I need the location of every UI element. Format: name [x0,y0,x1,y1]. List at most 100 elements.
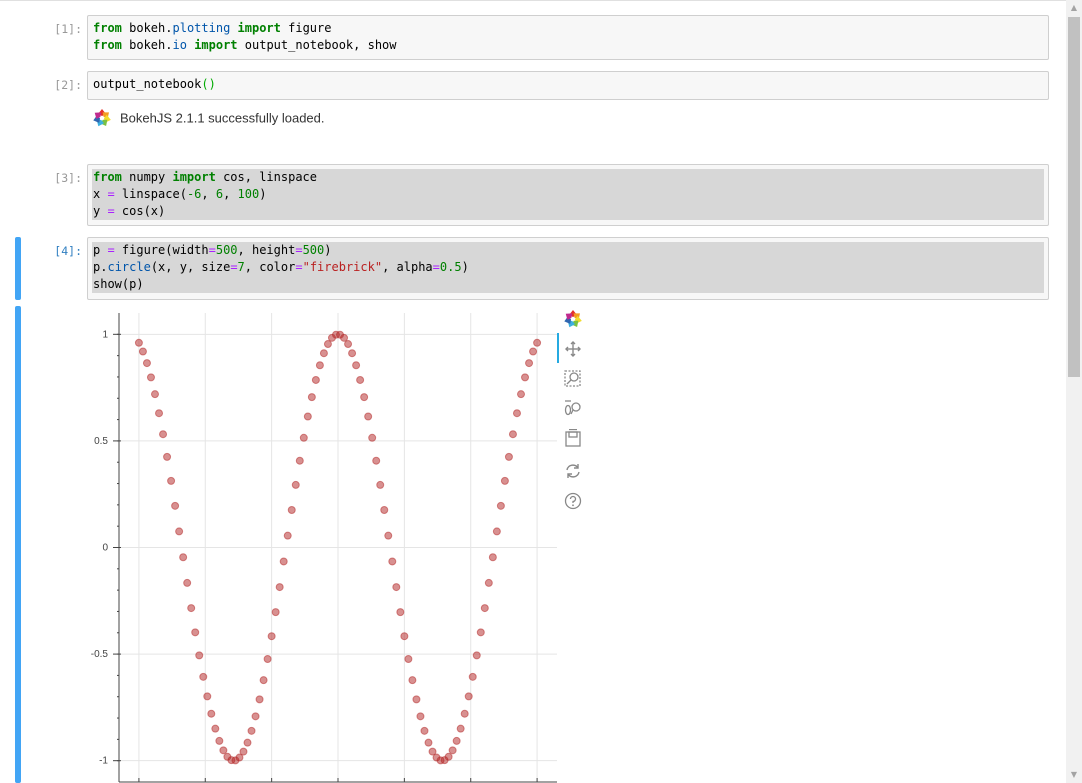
scroll-up-icon[interactable]: ▲ [1066,0,1082,16]
reset-icon[interactable] [563,461,583,481]
data-point [356,375,365,384]
data-point [159,430,168,439]
pan-icon[interactable] [563,339,583,359]
data-point [384,531,393,540]
code-token: import [237,21,281,35]
y-tick-label: 1 [102,329,108,340]
data-point [424,738,433,747]
code-token: cos(x) [114,204,166,218]
data-point [219,746,228,755]
data-point [171,501,180,510]
code-token: = [295,260,303,274]
data-point [348,349,357,358]
data-point [460,709,469,718]
data-point [155,409,164,418]
code-token: , height [237,243,296,257]
data-point [529,347,538,356]
code-line: y = cos(x) [92,203,1044,220]
data-point [167,476,176,485]
scrollbar-thumb[interactable] [1068,17,1080,377]
code-token: = [107,243,115,257]
data-point [291,480,300,489]
bokeh-logo-icon [92,108,112,128]
code-token: "firebrick" [302,260,383,274]
code-token: cos, linspace [215,170,317,184]
data-point [388,557,397,566]
active-tool-marker [557,333,559,363]
scroll-down-icon[interactable]: ▼ [1066,767,1082,783]
code-token: = [432,260,440,274]
code-token: import [172,170,216,184]
code-token: = [295,243,303,257]
code-token: ) [324,243,332,257]
code-token: numpy [121,170,173,184]
code-cell-4[interactable]: p = figure(width=500, height=500) p.circl… [87,237,1049,300]
data-point [271,608,280,617]
data-point [396,608,405,617]
code-token: output_notebook, show [237,38,397,52]
data-point [138,347,147,356]
box-zoom-icon[interactable] [563,369,583,389]
code-token: 100 [237,187,260,201]
data-point [364,412,373,421]
data-point [400,632,409,641]
code-line: from numpy import cos, linspace [92,169,1044,186]
code-token: plotting [172,21,231,35]
data-point [452,736,461,745]
data-point [307,393,316,402]
code-token: 500 [302,243,325,257]
data-point [340,333,349,342]
code-line: show(p) [92,276,1044,293]
data-point [183,578,192,587]
data-point [512,409,521,418]
code-token: 6 [215,187,224,201]
data-point [179,553,188,562]
code-token: = [107,187,115,201]
bokeh-loaded-output: BokehJS 2.1.1 successfully loaded. [92,108,325,128]
y-tick-label: 0 [102,543,108,554]
code-cell-3[interactable]: from numpy import cos, linspace x = linsp… [87,164,1049,226]
data-point [163,452,172,461]
data-point [360,393,369,402]
save-icon[interactable] [563,428,583,449]
bokeh-logo-icon[interactable] [563,309,583,329]
data-point [239,747,248,756]
data-point [311,375,320,384]
input-prompt-3: [3]: [54,171,82,185]
code-cell-1[interactable]: from bokeh.plotting import figure from bo… [87,15,1049,60]
vertical-scrollbar[interactable]: ▲ ▼ [1066,0,1082,783]
data-point [187,604,196,613]
data-point [484,578,493,587]
data-point [211,724,220,733]
code-line: x = linspace(-6, 6, 100) [92,186,1044,203]
data-point [508,430,517,439]
code-token: = [208,243,216,257]
data-point [464,692,473,701]
data-point [456,724,465,733]
data-point [444,752,453,761]
data-point [146,373,155,382]
data-point [199,672,208,681]
code-token: , alpha [382,260,433,274]
data-point [496,501,505,510]
data-point [267,632,276,641]
data-point [134,338,143,347]
data-point [504,452,513,461]
data-point [368,433,377,442]
data-point [263,655,272,664]
code-cell-2[interactable]: output_notebook() [87,71,1049,100]
code-token: . [165,21,173,35]
bokeh-plot[interactable]: 1 0.5 0 -0.5 -1 [90,311,560,783]
wheel-zoom-icon[interactable] [563,399,583,419]
code-line: output_notebook() [92,76,1044,93]
code-token: linspace( [114,187,187,201]
help-icon[interactable] [563,491,583,511]
code-token: figure [280,21,332,35]
data-point [142,359,151,368]
data-point [472,651,481,660]
data-point [315,361,324,370]
notebook-top-border [0,0,1066,1]
data-point [468,672,477,681]
y-tick-label: 0.5 [94,436,108,447]
